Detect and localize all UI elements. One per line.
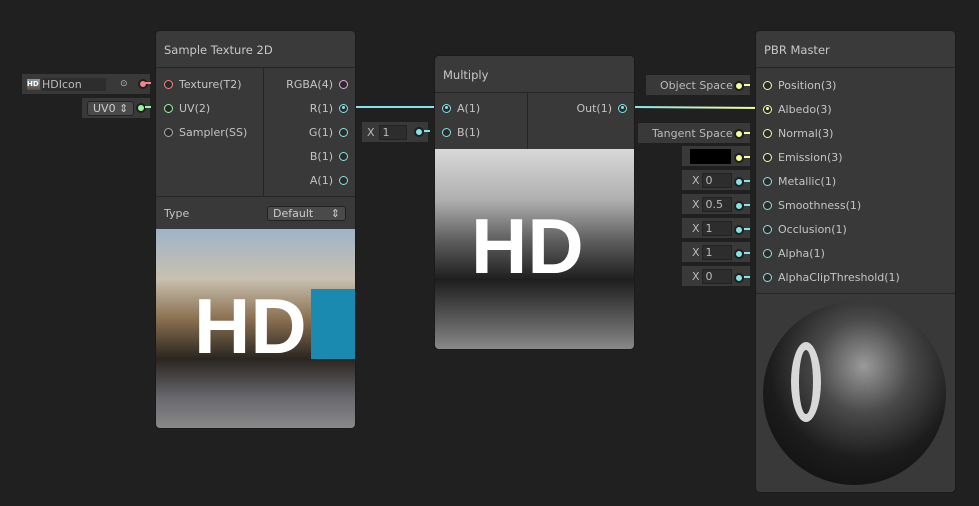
wire-out-to-albedo	[626, 106, 763, 109]
uv-channel-select[interactable]: UV0 ⇕	[87, 100, 135, 116]
output-a[interactable]: A(1)	[310, 168, 348, 192]
type-dropdown[interactable]: Default ⇕	[267, 205, 346, 221]
output-g[interactable]: G(1)	[309, 120, 348, 144]
sample-texture-2d-node[interactable]: Sample Texture 2D Texture(T2) UV(2) Samp…	[155, 30, 356, 429]
multiply-preview: HD	[435, 149, 634, 349]
texture-thumbnail: HD	[27, 78, 40, 90]
node-title: PBR Master	[756, 31, 955, 68]
node-title: Sample Texture 2D	[156, 31, 355, 68]
input-b[interactable]: B(1)	[442, 120, 480, 144]
pbr-master-node[interactable]: PBR Master Position(3) Albedo(3) Normal(…	[755, 30, 956, 493]
type-label: Type	[164, 206, 190, 220]
output-r[interactable]: R(1)	[310, 96, 348, 120]
input-alpha-clip-threshold[interactable]: AlphaClipThreshold(1)	[763, 265, 900, 289]
input-uv[interactable]: UV(2)	[164, 96, 210, 120]
input-smoothness[interactable]: Smoothness(1)	[763, 193, 861, 217]
output-out[interactable]: Out(1)	[576, 96, 627, 120]
input-albedo[interactable]: Albedo(3)	[763, 97, 832, 121]
material-preview	[756, 293, 955, 492]
output-rgba[interactable]: RGBA(4)	[286, 72, 348, 96]
input-texture[interactable]: Texture(T2)	[164, 72, 242, 96]
multiply-b-input[interactable]: X1	[362, 122, 428, 142]
input-sampler[interactable]: Sampler(SS)	[164, 120, 247, 144]
preview-sphere	[763, 302, 946, 485]
texture-name: HDIcon	[42, 77, 106, 91]
input-metallic[interactable]: Metallic(1)	[763, 169, 836, 193]
multiply-node[interactable]: Multiply A(1) B(1) Out(1) HD	[434, 55, 635, 350]
input-normal[interactable]: Normal(3)	[763, 121, 833, 145]
output-b[interactable]: B(1)	[310, 144, 348, 168]
input-alpha[interactable]: Alpha(1)	[763, 241, 825, 265]
node-title: Multiply	[435, 56, 634, 93]
uv-input-field[interactable]: UV0 ⇕	[82, 98, 150, 118]
object-picker-icon[interactable]: ⊙	[120, 79, 128, 89]
input-position[interactable]: Position(3)	[763, 73, 836, 97]
input-occlusion[interactable]: Occlusion(1)	[763, 217, 847, 241]
texture-input-field[interactable]: HD HDIcon ⊙	[22, 74, 150, 94]
input-a[interactable]: A(1)	[442, 96, 480, 120]
texture-preview: HD	[156, 229, 355, 428]
input-emission[interactable]: Emission(3)	[763, 145, 843, 169]
